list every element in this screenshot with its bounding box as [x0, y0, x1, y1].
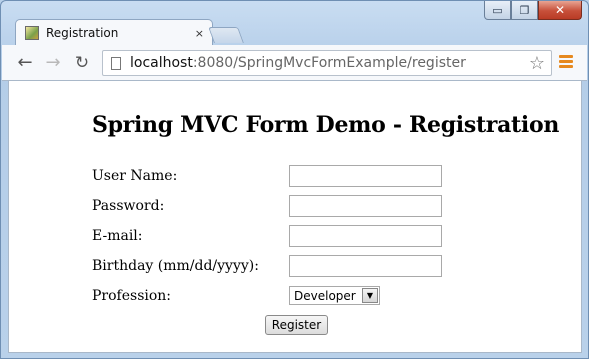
page-title: Spring MVC Form Demo - Registration: [92, 112, 560, 138]
tab-title: Registration: [46, 26, 119, 40]
window-controls: ▭ ❐ ✕: [484, 1, 582, 20]
email-row: E-mail:: [92, 225, 492, 249]
register-button[interactable]: Register: [265, 315, 328, 335]
birthday-label: Birthday (mm/dd/yyyy):: [92, 258, 259, 274]
maximize-button[interactable]: ❐: [511, 1, 538, 20]
page-viewport: Spring MVC Form Demo - Registration User…: [8, 81, 582, 353]
reload-icon[interactable]: ↻: [71, 52, 93, 74]
browser-toolbar: ← → ↻ localhost:8080/SpringMvcFormExampl…: [2, 45, 587, 81]
profession-label: Profession:: [92, 288, 172, 304]
minimize-button[interactable]: ▭: [484, 1, 511, 20]
forward-arrow-icon[interactable]: →: [42, 52, 64, 74]
url-path: :8080/SpringMvcFormExample/register: [192, 55, 466, 71]
username-row: User Name:: [92, 165, 492, 189]
birthday-input[interactable]: [289, 255, 442, 277]
password-input[interactable]: [289, 195, 442, 217]
back-arrow-icon[interactable]: ←: [14, 52, 36, 74]
tab-registration[interactable]: Registration ×: [15, 19, 213, 46]
new-tab-button[interactable]: [208, 27, 244, 43]
dropdown-arrow-icon[interactable]: ▼: [362, 288, 378, 303]
address-bar[interactable]: localhost:8080/SpringMvcFormExample/regi…: [102, 50, 552, 76]
password-label: Password:: [92, 198, 165, 214]
bookmark-star-icon[interactable]: ☆: [529, 53, 545, 74]
username-input[interactable]: [289, 165, 442, 187]
page-favicon-icon: [25, 26, 39, 40]
tab-close-icon[interactable]: ×: [195, 27, 204, 40]
close-window-button[interactable]: ✕: [538, 1, 582, 20]
profession-row: Profession: Developer ▼: [92, 285, 492, 309]
url-text[interactable]: localhost:8080/SpringMvcFormExample/regi…: [130, 55, 529, 71]
birthday-row: Birthday (mm/dd/yyyy):: [92, 255, 492, 279]
hamburger-menu-icon[interactable]: [559, 55, 573, 70]
username-label: User Name:: [92, 168, 178, 184]
password-row: Password:: [92, 195, 492, 219]
browser-window: ▭ ❐ ✕ Registration × ← → ↻ localhost:808…: [0, 0, 589, 359]
email-input[interactable]: [289, 225, 442, 247]
url-host: localhost: [130, 55, 193, 71]
profession-selected-value: Developer: [294, 288, 356, 303]
email-label: E-mail:: [92, 228, 143, 244]
profession-select[interactable]: Developer ▼: [289, 286, 380, 305]
page-icon: [111, 56, 121, 70]
